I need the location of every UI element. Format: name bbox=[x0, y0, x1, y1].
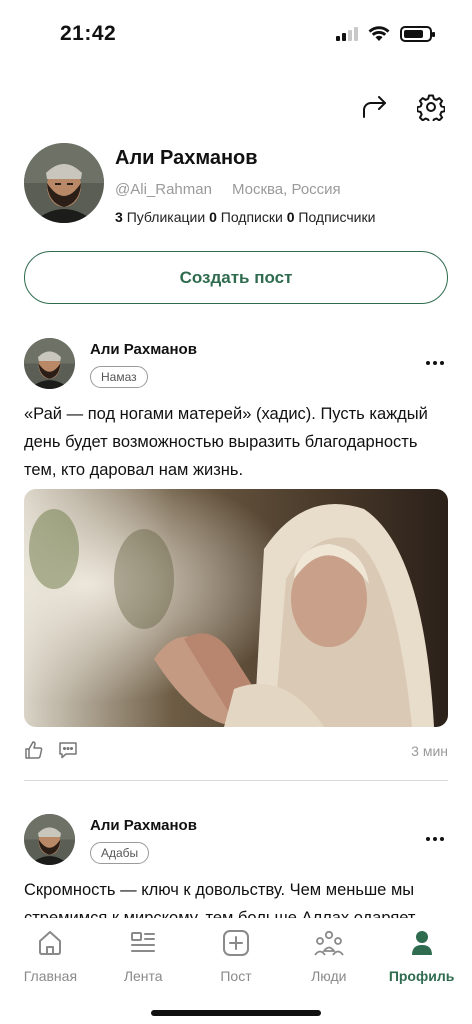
add-post-icon bbox=[219, 926, 253, 960]
battery-icon bbox=[400, 26, 435, 42]
post-author-avatar[interactable] bbox=[24, 338, 75, 389]
followers-count: 0 bbox=[286, 209, 295, 225]
nav-profile[interactable]: Профиль bbox=[377, 926, 467, 984]
post-text: «Рай — под ногами матерей» (хадис). Пуст… bbox=[24, 405, 428, 479]
share-icon bbox=[363, 96, 386, 118]
post-image[interactable] bbox=[24, 489, 448, 727]
post-actions bbox=[24, 740, 78, 760]
profile-stats: 3 Публикации 0 Подписки 0 Подписчики bbox=[115, 209, 375, 225]
status-icons bbox=[336, 26, 435, 42]
nav-home[interactable]: Главная bbox=[5, 926, 95, 984]
following-count: 0 bbox=[209, 209, 217, 225]
status-bar: 21:42 bbox=[0, 0, 472, 70]
nav-add-post[interactable]: Пост bbox=[191, 926, 281, 984]
posts-count: 3 bbox=[115, 209, 123, 225]
post-more-button[interactable] bbox=[422, 350, 448, 376]
gear-icon bbox=[417, 94, 445, 121]
profile-name: Али Рахманов bbox=[115, 147, 258, 169]
profile-top-actions bbox=[358, 90, 448, 124]
like-icon[interactable] bbox=[24, 740, 44, 760]
bottom-nav: Главная Лента Пост Люди Профиль bbox=[0, 918, 472, 1024]
people-icon bbox=[312, 926, 346, 960]
feed-icon bbox=[126, 926, 160, 960]
nav-label: Главная bbox=[23, 968, 78, 984]
share-button[interactable] bbox=[358, 90, 392, 124]
profile-meta: @Ali_Rahman Москва, Россия bbox=[115, 181, 341, 198]
post-divider bbox=[24, 780, 448, 781]
posts-label: Публикации bbox=[126, 209, 206, 225]
comment-icon[interactable] bbox=[58, 740, 78, 760]
nav-people[interactable]: Люди bbox=[284, 926, 374, 984]
followers-label: Подписчики bbox=[298, 209, 376, 225]
followers-stat[interactable]: 0 Подписчики bbox=[287, 209, 376, 225]
create-post-button[interactable]: Создать пост bbox=[24, 251, 448, 304]
profile-username: @Ali_Rahman bbox=[115, 181, 212, 198]
post-tag[interactable]: Намаз bbox=[90, 366, 148, 388]
home-icon bbox=[33, 926, 67, 960]
profile-icon bbox=[405, 926, 439, 960]
profile-avatar[interactable] bbox=[24, 143, 104, 223]
home-indicator bbox=[151, 1010, 321, 1016]
nav-label: Люди bbox=[311, 968, 347, 984]
post-timestamp: 3 мин bbox=[411, 743, 448, 759]
signal-icon bbox=[336, 27, 358, 41]
wifi-icon bbox=[368, 26, 390, 41]
post-more-button[interactable] bbox=[422, 826, 448, 852]
following-label: Подписки bbox=[220, 209, 283, 225]
nav-label: Профиль bbox=[388, 968, 455, 984]
profile-location: Москва, Россия bbox=[231, 181, 341, 198]
nav-feed[interactable]: Лента bbox=[98, 926, 188, 984]
post-tag[interactable]: Адабы bbox=[90, 842, 150, 864]
status-time: 21:42 bbox=[60, 22, 117, 45]
posts-stat[interactable]: 3 Публикации bbox=[115, 209, 205, 225]
post-author-name[interactable]: Али Рахманов bbox=[90, 817, 197, 834]
post-author-avatar[interactable] bbox=[24, 814, 75, 865]
profile-header: Али Рахманов @Ali_Rahman Москва, Россия … bbox=[24, 143, 454, 227]
nav-label: Пост bbox=[220, 968, 252, 984]
post-author-name[interactable]: Али Рахманов bbox=[90, 341, 197, 358]
settings-button[interactable] bbox=[414, 90, 448, 124]
following-stat[interactable]: 0 Подписки bbox=[209, 209, 283, 225]
nav-label: Лента bbox=[123, 968, 163, 984]
